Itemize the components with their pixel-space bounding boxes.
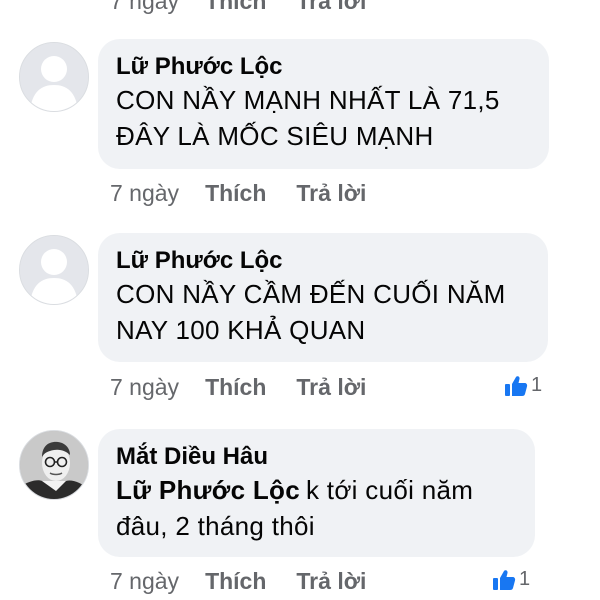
like-button[interactable]: Thích (205, 0, 266, 15)
reply-button[interactable]: Trả lời (296, 180, 366, 207)
comment-text-line: CON NẦY MẠNH NHẤT LÀ 71,5 (116, 85, 500, 115)
default-user-icon (20, 236, 88, 304)
comment-bubble: Mắt Diều Hâu Lữ Phước Lộc k tới cuối năm … (98, 429, 535, 557)
comment-time[interactable]: 7 ngày (110, 0, 179, 15)
like-button[interactable]: Thích (205, 180, 266, 207)
reply-button[interactable]: Trả lời (296, 0, 366, 15)
comment-text: CON NẦY CẦM ĐẾN CUỐI NĂM NAY 100 KHẢ QUA… (116, 276, 530, 348)
comment-author[interactable]: Mắt Diều Hâu (116, 442, 517, 472)
comment-text: Lữ Phước Lộc k tới cuối năm đâu, 2 tháng … (116, 472, 517, 544)
thumbs-up-icon (505, 375, 528, 396)
reaction-summary[interactable]: 1 (504, 374, 542, 397)
comment-text-line: ĐÂY LÀ MỐC SIÊU MẠNH (116, 121, 434, 151)
thumbs-up-icon (493, 569, 516, 590)
comment-bubble: Lữ Phước Lộc CON NẦY CẦM ĐẾN CUỐI NĂM NA… (98, 233, 548, 362)
mention-link[interactable]: Lữ Phước Lộc (116, 475, 300, 505)
comment-text-line: NAY 100 KHẢ QUAN (116, 315, 366, 345)
comment-time[interactable]: 7 ngày (110, 180, 179, 207)
profile-photo (20, 431, 88, 499)
avatar[interactable] (19, 235, 89, 305)
comment-text-line: đâu, 2 tháng thôi (116, 511, 315, 541)
comment-actions: 7 ngày Thích Trả lời (110, 372, 366, 402)
reply-button[interactable]: Trả lời (296, 374, 366, 401)
reply-button[interactable]: Trả lời (296, 568, 366, 595)
comment-bubble: Lữ Phước Lộc CON NẦY MẠNH NHẤT LÀ 71,5 Đ… (98, 39, 549, 169)
avatar[interactable] (19, 430, 89, 500)
reaction-summary[interactable]: 1 (492, 568, 530, 591)
comment-time[interactable]: 7 ngày (110, 374, 179, 401)
comment-author[interactable]: Lữ Phước Lộc (116, 246, 530, 276)
avatar[interactable] (19, 42, 89, 112)
comment-author[interactable]: Lữ Phước Lộc (116, 52, 531, 82)
like-button[interactable]: Thích (205, 568, 266, 595)
comment-text: CON NẦY MẠNH NHẤT LÀ 71,5 ĐÂY LÀ MỐC SIÊ… (116, 82, 531, 154)
default-user-icon (20, 43, 88, 111)
comment-text-fragment: k tới cuối năm (305, 475, 474, 505)
comment-actions: 7 ngày Thích Trả lời (110, 566, 366, 596)
like-button[interactable]: Thích (205, 374, 266, 401)
comment-text-line: CON NẦY CẦM ĐẾN CUỐI NĂM (116, 279, 506, 309)
comment-actions-top: 7 ngày Thích Trả lời (110, 0, 366, 16)
comment-actions: 7 ngày Thích Trả lời (110, 178, 366, 208)
reaction-count: 1 (519, 568, 531, 590)
comment-text-line: Lữ Phước Lộc k tới cuối năm (116, 472, 517, 508)
comment-time[interactable]: 7 ngày (110, 568, 179, 595)
reaction-count: 1 (531, 374, 543, 396)
